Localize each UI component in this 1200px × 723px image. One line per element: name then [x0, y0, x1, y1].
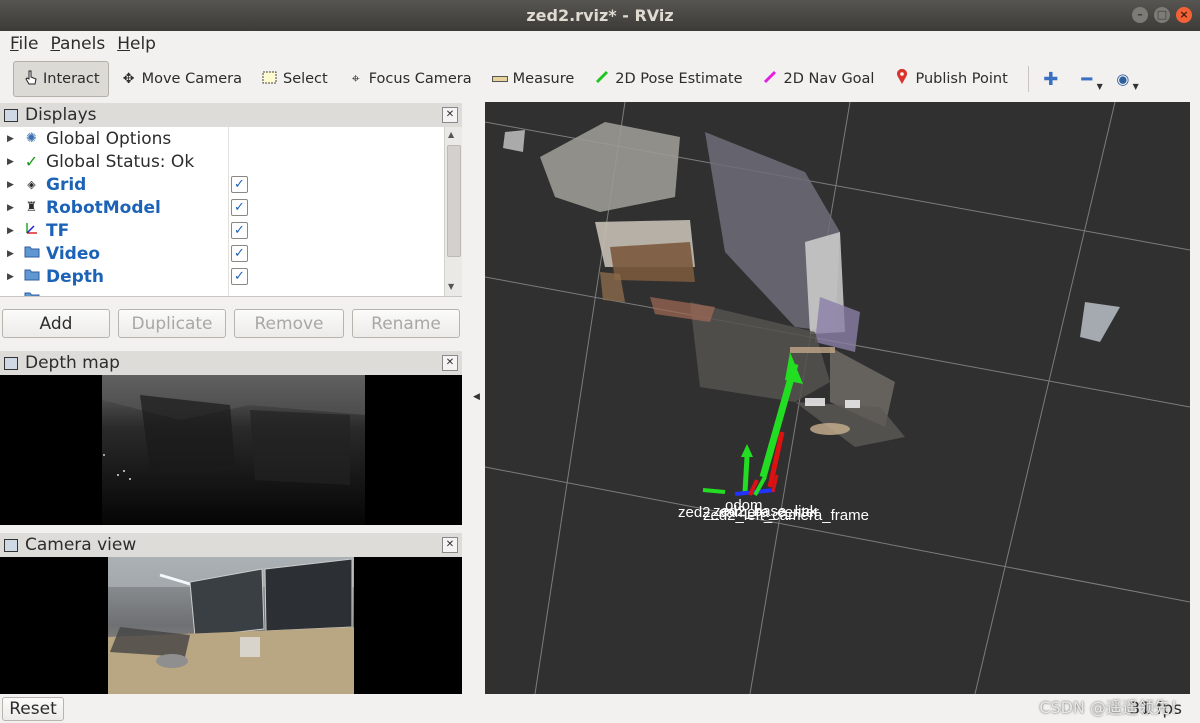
- expand-arrow-icon[interactable]: ▶: [7, 295, 15, 297]
- robot-icon: ♜: [25, 200, 38, 215]
- gear-icon: ✺: [26, 131, 37, 146]
- tf-checkbox[interactable]: ✓: [231, 222, 248, 239]
- window-controls: – □ ×: [1132, 7, 1192, 23]
- add-tool-button[interactable]: ✚: [1037, 64, 1065, 94]
- dropdown-arrow-icon: ▼: [1132, 82, 1139, 91]
- depth-checkbox[interactable]: ✓: [231, 268, 248, 285]
- image-icon: [4, 538, 18, 552]
- green-arrow-icon: [594, 70, 610, 88]
- folder-icon: [23, 245, 40, 262]
- close-icon[interactable]: ✕: [442, 537, 458, 553]
- window-title: zed2.rviz* - RViz: [526, 6, 674, 25]
- duplicate-button[interactable]: Duplicate: [118, 309, 226, 338]
- tree-item-grid[interactable]: ▶ ◈ Grid ✓: [0, 173, 444, 196]
- publish-point-tool[interactable]: Publish Point: [886, 62, 1015, 96]
- menu-help[interactable]: Help: [111, 34, 162, 54]
- depth-map-panel-header[interactable]: Depth map ✕: [0, 351, 462, 375]
- select-tool[interactable]: Select: [254, 62, 336, 96]
- check-icon: ✓: [24, 152, 39, 171]
- depth-map-image: [0, 375, 462, 525]
- grid-checkbox[interactable]: ✓: [231, 176, 248, 193]
- ruler-icon: [491, 71, 508, 87]
- folder-icon: [23, 291, 40, 296]
- expand-arrow-icon[interactable]: ▶: [7, 272, 15, 282]
- tree-item-robotmodel[interactable]: ▶ ♜ RobotModel ✓: [0, 196, 444, 219]
- tree-item-depth[interactable]: ▶ Depth ✓: [0, 265, 444, 288]
- crosshair-icon: ⌖: [351, 71, 360, 87]
- minus-icon: ━: [1081, 68, 1093, 90]
- displays-buttons: Add Duplicate Remove Rename: [0, 307, 462, 341]
- toolbar: Interact ✥ Move Camera Select ⌖ Focus Ca…: [0, 57, 1200, 101]
- 2d-nav-goal-tool[interactable]: 2D Nav Goal: [755, 62, 883, 96]
- grid-icon: ◈: [27, 178, 36, 191]
- tool-properties-button[interactable]: ◉ ▼: [1109, 64, 1139, 94]
- remove-tool-button[interactable]: ━ ▼: [1073, 64, 1103, 94]
- 3d-viewport[interactable]: zed2_camera_center zed2_left_camera_fram…: [485, 102, 1190, 694]
- dropdown-arrow-icon: ▼: [1096, 82, 1103, 91]
- rename-button[interactable]: Rename: [352, 309, 460, 338]
- move-icon: ✥: [122, 71, 135, 87]
- tree-item-global-status[interactable]: ▶ ✓ Global Status: Ok: [0, 150, 444, 173]
- cursor-icon: [22, 70, 38, 89]
- close-button[interactable]: ×: [1176, 7, 1192, 23]
- expand-arrow-icon[interactable]: ▶: [7, 134, 15, 144]
- close-icon[interactable]: ✕: [442, 107, 458, 123]
- image-icon: [4, 356, 18, 370]
- displays-scrollbar[interactable]: ▲ ▼: [444, 127, 462, 296]
- minimize-button[interactable]: –: [1132, 7, 1148, 23]
- eye-icon: ◉: [1116, 70, 1130, 88]
- select-box-icon: [262, 71, 278, 88]
- tree-item-global-options[interactable]: ▶ ✺ Global Options: [0, 127, 444, 150]
- scrollbar-thumb[interactable]: [447, 145, 461, 257]
- menu-bar: File Panels Help: [0, 31, 1200, 57]
- expand-arrow-icon[interactable]: ▶: [7, 157, 15, 167]
- close-icon[interactable]: ✕: [442, 355, 458, 371]
- menu-panels[interactable]: Panels: [44, 34, 111, 54]
- 2d-pose-estimate-tool[interactable]: 2D Pose Estimate: [586, 62, 750, 96]
- window-titlebar[interactable]: zed2.rviz* - RViz – □ ×: [0, 0, 1200, 31]
- camera-view-image: [0, 557, 462, 694]
- collapse-left-icon[interactable]: ◀: [473, 392, 480, 402]
- status-bar: Reset 31 fps: [0, 697, 1200, 723]
- watermark: CSDN @遥遥领先！: [1039, 698, 1186, 717]
- monitor-icon: [4, 108, 18, 122]
- focus-camera-tool[interactable]: ⌖ Focus Camera: [340, 62, 480, 96]
- scroll-up-icon[interactable]: ▲: [448, 130, 454, 139]
- frame-label: odom: [725, 497, 763, 514]
- remove-button[interactable]: Remove: [234, 309, 344, 338]
- tree-item-video[interactable]: ▶ Video ✓: [0, 242, 444, 265]
- menu-file[interactable]: File: [4, 34, 44, 54]
- plus-icon: ✚: [1043, 68, 1059, 90]
- expand-arrow-icon[interactable]: ▶: [7, 203, 15, 213]
- magenta-arrow-icon: [763, 70, 779, 88]
- point-cloud: [503, 122, 1120, 447]
- move-camera-tool[interactable]: ✥ Move Camera: [113, 62, 250, 96]
- toolbar-separator: [1027, 66, 1029, 92]
- tree-item-partial[interactable]: ▶: [0, 288, 444, 297]
- scroll-down-icon[interactable]: ▼: [448, 282, 454, 291]
- add-button[interactable]: Add: [2, 309, 110, 338]
- axes-icon: [23, 222, 40, 240]
- robotmodel-checkbox[interactable]: ✓: [231, 199, 248, 216]
- displays-tree: ▶ ✺ Global Options ▶ ✓ Global Status: Ok…: [0, 127, 462, 297]
- interact-tool[interactable]: Interact: [13, 61, 109, 97]
- measure-tool[interactable]: Measure: [484, 62, 583, 96]
- maximize-button[interactable]: □: [1154, 7, 1170, 23]
- map-pin-icon: [894, 68, 910, 89]
- expand-arrow-icon[interactable]: ▶: [7, 249, 15, 259]
- folder-icon: [23, 268, 40, 285]
- tree-item-tf[interactable]: ▶ TF ✓: [0, 219, 444, 242]
- right-dock-strip: [1190, 102, 1200, 694]
- expand-arrow-icon[interactable]: ▶: [7, 226, 15, 236]
- frame-labels: zed2_camera_center zed2_left_camera_fram…: [678, 497, 869, 524]
- reset-button[interactable]: Reset: [2, 697, 64, 721]
- expand-arrow-icon[interactable]: ▶: [7, 180, 15, 190]
- displays-panel-header[interactable]: Displays ✕: [0, 103, 462, 127]
- camera-view-panel-header[interactable]: Camera view ✕: [0, 533, 462, 557]
- video-checkbox[interactable]: ✓: [231, 245, 248, 262]
